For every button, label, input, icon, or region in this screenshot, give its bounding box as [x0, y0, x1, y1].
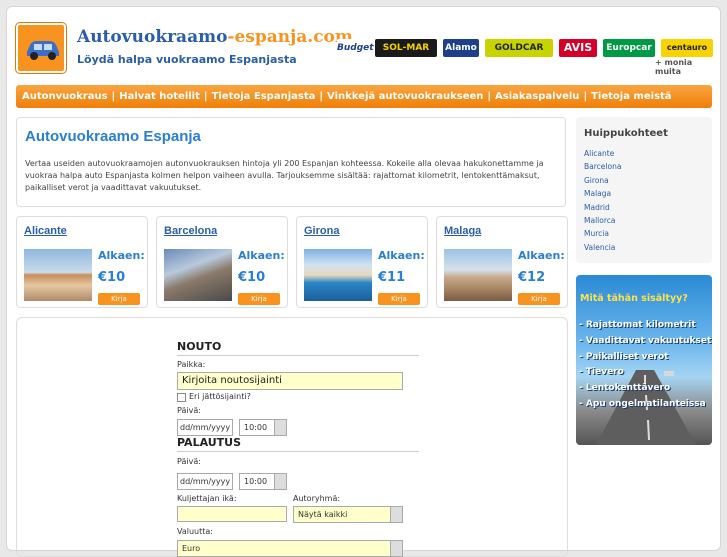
chevron-down-icon [274, 420, 286, 435]
included-features-banner[interactable]: Mitä tähän sisältyy? - Rajattomat kilome… [576, 275, 712, 445]
site-name-part-a: Autovuokraamo [77, 27, 228, 47]
pickup-date-label: Päivä: [177, 406, 201, 415]
page: Autovuokraamo-espanja.com Löydä halpa vu… [6, 6, 721, 557]
city-name-link[interactable]: Girona [304, 225, 339, 237]
city-card-alicante: Alicante Alkaen: €10 Kirja [16, 216, 148, 308]
search-form: NOUTO Paikka: Kirjoita noutosijainti Eri… [16, 317, 568, 557]
city-photo[interactable] [24, 249, 92, 301]
from-label: Alkaen: [378, 249, 425, 262]
return-section-title: PALAUTUS [177, 436, 419, 452]
slogan: Löydä halpa vuokraamo Espanjasta [77, 53, 297, 66]
nav-separator: | [487, 91, 492, 102]
nav-separator: | [203, 91, 208, 102]
different-return-checkbox[interactable] [177, 393, 186, 402]
destination-link[interactable]: Barcelona [584, 160, 621, 173]
nav-item-cheap-hotels[interactable]: Halvat hotellit [119, 91, 200, 102]
intro-text: Vertaa useiden autovuokraamojen autonvuo… [25, 159, 544, 192]
city-card-malaga: Malaga Alkaen: €12 Kirja [436, 216, 568, 308]
feature-item: - Vaadittavat vakuutukset [579, 335, 712, 346]
return-time-value: 10:00 [244, 477, 268, 486]
from-label: Alkaen: [518, 249, 565, 262]
destination-link[interactable]: Alicante [584, 147, 621, 160]
pickup-location-input[interactable]: Kirjoita noutosijainti [177, 372, 403, 390]
feature-item: - Paikalliset verot [579, 351, 669, 362]
more-brands-text: + monia muita [655, 58, 693, 76]
driver-age-label: Kuljettajan ikä: [177, 494, 237, 503]
banner-title: Mitä tähän sisältyy? [580, 293, 688, 304]
brand-logo-alamo: Alamo [443, 39, 479, 57]
destination-link[interactable]: Valencia [584, 241, 621, 254]
nav-item-about-spain[interactable]: Tietoja Espanjasta [212, 91, 316, 102]
currency-select[interactable]: Euro [177, 540, 403, 557]
car-icon [27, 41, 59, 60]
city-photo[interactable] [304, 249, 372, 301]
price: €12 [518, 270, 546, 285]
brand-logo-budget: Budget [337, 39, 374, 57]
city-name-link[interactable]: Barcelona [164, 225, 217, 237]
feature-item: - Apu ongelmatilanteissa [579, 398, 706, 409]
pickup-date-input[interactable]: dd/mm/yyyy [177, 419, 233, 436]
site-logo[interactable] [16, 23, 66, 73]
price: €11 [378, 270, 406, 285]
feature-item: - Lentokenttävero [579, 383, 671, 394]
car-group-select[interactable]: Näytä kaikki [293, 506, 403, 523]
currency-label: Valuutta: [177, 527, 213, 536]
destination-link[interactable]: Murcia [584, 227, 621, 240]
site-name[interactable]: Autovuokraamo-espanja.com [77, 27, 353, 47]
chevron-down-icon [390, 541, 402, 556]
brand-logo-avis: AVIS [559, 39, 597, 57]
destination-link[interactable]: Girona [584, 174, 621, 187]
brand-logo-europcar: Europcar [603, 39, 655, 57]
chevron-down-icon [274, 474, 286, 489]
main-nav: Autonvuokraus | Halvat hotellit | Tietoja Es… [16, 85, 712, 108]
book-button[interactable]: Kirja [378, 293, 420, 305]
car-group-value: Näytä kaikki [298, 510, 348, 519]
currency-value: Euro [182, 544, 201, 553]
intro-box: Autovuokraamo Espanja Vertaa useiden aut… [16, 117, 566, 207]
city-name-link[interactable]: Alicante [24, 225, 67, 237]
top-destinations-title: Huippukohteet [584, 128, 668, 139]
return-time-select[interactable]: 10:00 [239, 473, 287, 490]
site-name-part-b: -espanja.com [227, 27, 353, 47]
city-card-girona: Girona Alkaen: €11 Kirja [296, 216, 428, 308]
different-return-label: Eri jättösijainti? [189, 392, 251, 401]
feature-item: - Rajattomat kilometrit [579, 320, 696, 330]
car-group-label: Autoryhmä: [293, 494, 341, 503]
pickup-section-title: NOUTO [177, 340, 419, 356]
page-title: Autovuokraamo Espanja [25, 128, 201, 145]
nav-item-rental-tips[interactable]: Vinkkejä autovuokraukseen [327, 91, 483, 102]
destination-link[interactable]: Madrid [584, 201, 621, 214]
from-label: Alkaen: [98, 249, 145, 262]
top-destinations: Huippukohteet Alicante Barcelona Girona … [576, 117, 712, 263]
book-button[interactable]: Kirja [98, 293, 140, 305]
pickup-time-value: 10:00 [244, 423, 268, 432]
destination-link[interactable]: Malaga [584, 187, 621, 200]
from-label: Alkaen: [238, 249, 285, 262]
pickup-time-select[interactable]: 10:00 [239, 419, 287, 436]
nav-separator: | [583, 91, 588, 102]
place-label: Paikka: [177, 360, 206, 369]
city-photo[interactable] [444, 249, 512, 301]
return-date-label: Päivä: [177, 457, 201, 466]
nav-item-car-rental[interactable]: Autonvuokraus [22, 91, 108, 102]
book-button[interactable]: Kirja [238, 293, 280, 305]
price: €10 [98, 270, 126, 285]
brand-logo-goldcar: GOLDCAR [485, 39, 553, 57]
brand-logo-solmar: SOL-MAR [375, 39, 437, 57]
driver-age-input[interactable] [177, 506, 287, 522]
destination-link[interactable]: Mallorca [584, 214, 621, 227]
feature-item: - Tievero [579, 367, 624, 378]
nav-item-customer-service[interactable]: Asiakaspalvelu [495, 91, 579, 102]
nav-separator: | [319, 91, 324, 102]
price: €10 [238, 270, 266, 285]
chevron-down-icon [390, 507, 402, 522]
city-name-link[interactable]: Malaga [444, 225, 481, 237]
book-button[interactable]: Kirja [518, 293, 560, 305]
nav-item-about-us[interactable]: Tietoja meistä [591, 91, 671, 102]
city-photo[interactable] [164, 249, 232, 301]
city-card-barcelona: Barcelona Alkaen: €10 Kirja [156, 216, 288, 308]
nav-separator: | [111, 91, 116, 102]
return-date-input[interactable]: dd/mm/yyyy [177, 473, 233, 490]
brand-logo-centauro: centauro [661, 39, 713, 57]
